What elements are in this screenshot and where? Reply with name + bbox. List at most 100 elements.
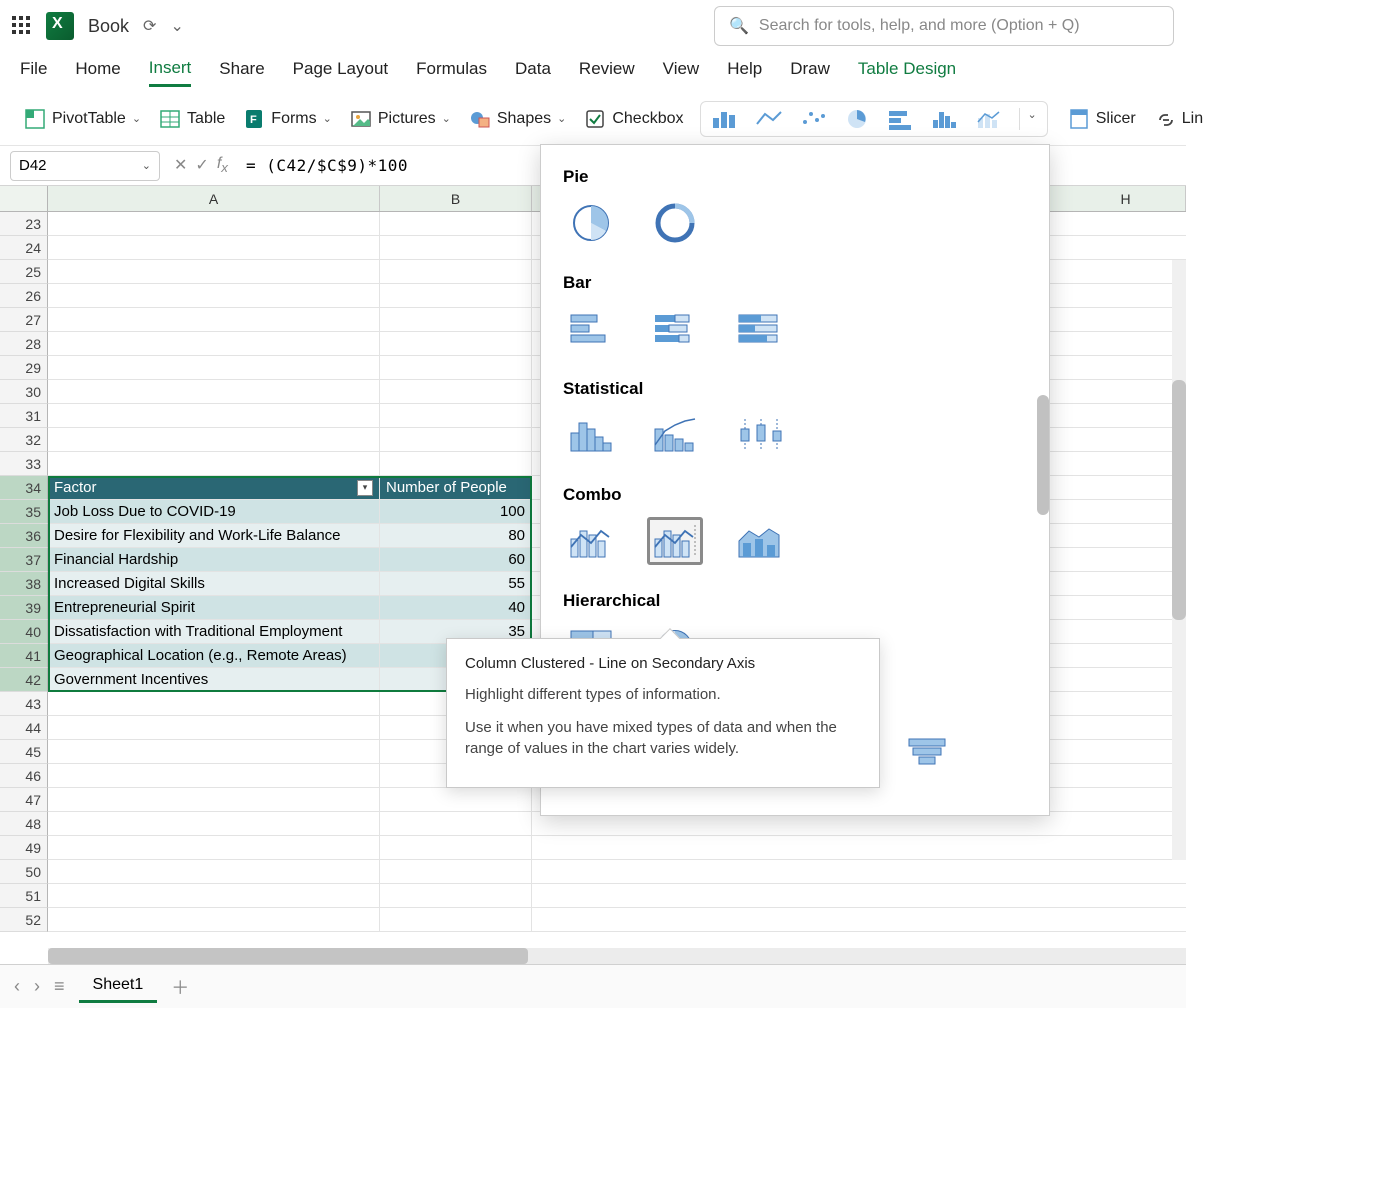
chart-dropdown-button[interactable]: ⌄ <box>1019 108 1037 130</box>
histogram-option[interactable] <box>563 411 619 459</box>
row-header[interactable]: 29 <box>0 356 48 380</box>
row-header[interactable]: 26 <box>0 284 48 308</box>
combo-stacked-area-option[interactable] <box>731 517 787 565</box>
row-header[interactable]: 25 <box>0 260 48 284</box>
row-header[interactable]: 41 <box>0 644 48 668</box>
bar-chart-icon[interactable] <box>887 108 917 130</box>
pareto-option[interactable] <box>647 411 703 459</box>
row-header[interactable]: 31 <box>0 404 48 428</box>
row-header[interactable]: 36 <box>0 524 48 548</box>
forms-button[interactable]: F Forms⌄ <box>237 104 338 134</box>
table-cell[interactable]: Financial Hardship <box>48 548 380 571</box>
row-header[interactable]: 40 <box>0 620 48 644</box>
table-cell[interactable]: 40 <box>380 596 532 619</box>
table-cell[interactable]: 60 <box>380 548 532 571</box>
name-box-dropdown-icon[interactable]: ⌄ <box>142 159 151 172</box>
row-header[interactable]: 52 <box>0 908 48 932</box>
sheet-nav-next[interactable]: › <box>34 976 40 997</box>
table-cell[interactable]: Job Loss Due to COVID-19 <box>48 500 380 523</box>
table-cell[interactable]: Government Incentives <box>48 668 380 691</box>
cell[interactable] <box>48 908 380 931</box>
cell[interactable] <box>380 356 532 379</box>
cell[interactable] <box>380 428 532 451</box>
table-cell[interactable]: 55 <box>380 572 532 595</box>
add-sheet-button[interactable]: ＋ <box>171 974 189 1000</box>
column-header-A[interactable]: A <box>48 186 380 211</box>
search-input[interactable]: 🔍 Search for tools, help, and more (Opti… <box>714 6 1174 46</box>
ribbon-tab-page-layout[interactable]: Page Layout <box>293 59 388 85</box>
app-launcher-icon[interactable] <box>12 16 32 36</box>
cell[interactable] <box>380 308 532 331</box>
pie-chart-icon[interactable] <box>843 108 873 130</box>
bar-clustered-option[interactable] <box>563 305 619 353</box>
sheet-tab-sheet1[interactable]: Sheet1 <box>79 970 158 1003</box>
ribbon-tab-share[interactable]: Share <box>219 59 264 85</box>
checkbox-button[interactable]: Checkbox <box>578 104 689 134</box>
table-cell[interactable]: 80 <box>380 524 532 547</box>
row-header[interactable]: 34 <box>0 476 48 500</box>
boxwhisker-option[interactable] <box>731 411 787 459</box>
cell[interactable] <box>48 380 380 403</box>
cell[interactable] <box>380 236 532 259</box>
link-button[interactable]: Lin <box>1148 104 1209 134</box>
filter-dropdown-icon[interactable]: ▾ <box>357 480 373 496</box>
ribbon-tab-insert[interactable]: Insert <box>149 58 192 87</box>
select-all-button[interactable] <box>0 186 48 211</box>
table-button[interactable]: Table <box>153 104 231 134</box>
cell[interactable] <box>48 332 380 355</box>
fx-icon[interactable]: fx <box>217 155 228 175</box>
ribbon-tab-data[interactable]: Data <box>515 59 551 85</box>
cell[interactable] <box>48 284 380 307</box>
table-cell[interactable]: Increased Digital Skills <box>48 572 380 595</box>
ribbon-tab-table-design[interactable]: Table Design <box>858 59 956 85</box>
cell[interactable] <box>48 764 380 787</box>
cell[interactable] <box>48 884 380 907</box>
row-header[interactable]: 30 <box>0 380 48 404</box>
cell[interactable] <box>380 884 532 907</box>
table-header-cell[interactable]: Number of People <box>380 476 532 499</box>
row-header[interactable]: 35 <box>0 500 48 524</box>
cell[interactable] <box>380 452 532 475</box>
cell[interactable] <box>380 836 532 859</box>
cell[interactable] <box>48 740 380 763</box>
cell[interactable] <box>48 692 380 715</box>
combo-clustered-line-secondary-option[interactable] <box>647 517 703 565</box>
row-header[interactable]: 43 <box>0 692 48 716</box>
column-header-H[interactable]: H <box>1066 186 1186 211</box>
cell[interactable] <box>48 308 380 331</box>
cell[interactable] <box>48 404 380 427</box>
ribbon-tab-formulas[interactable]: Formulas <box>416 59 487 85</box>
row-header[interactable]: 44 <box>0 716 48 740</box>
ribbon-tab-draw[interactable]: Draw <box>790 59 830 85</box>
cell[interactable] <box>48 716 380 739</box>
cell[interactable] <box>48 788 380 811</box>
slicer-button[interactable]: Slicer <box>1062 104 1142 134</box>
row-header[interactable]: 38 <box>0 572 48 596</box>
row-header[interactable]: 37 <box>0 548 48 572</box>
row-header[interactable]: 42 <box>0 668 48 692</box>
panel-scrollbar[interactable] <box>1037 395 1049 515</box>
bar-100stacked-option[interactable] <box>731 305 787 353</box>
table-cell[interactable]: Entrepreneurial Spirit <box>48 596 380 619</box>
column-header-B[interactable]: B <box>380 186 532 211</box>
row-header[interactable]: 32 <box>0 428 48 452</box>
ribbon-tab-home[interactable]: Home <box>75 59 120 85</box>
cell[interactable] <box>380 380 532 403</box>
horizontal-scrollbar[interactable] <box>48 948 1186 964</box>
all-sheets-icon[interactable]: ≡ <box>54 976 65 997</box>
scatter-chart-icon[interactable] <box>799 108 829 130</box>
column-chart-icon[interactable] <box>711 108 741 130</box>
funnel-option[interactable] <box>899 729 955 777</box>
vertical-scrollbar[interactable] <box>1172 260 1186 860</box>
autosave-icon[interactable]: ⟳ <box>143 16 156 36</box>
cell[interactable] <box>380 860 532 883</box>
cell[interactable] <box>380 812 532 835</box>
title-dropdown-icon[interactable]: ⌄ <box>170 16 183 36</box>
bar-stacked-option[interactable] <box>647 305 703 353</box>
row-header[interactable]: 50 <box>0 860 48 884</box>
accept-formula-icon[interactable]: ✓ <box>195 155 208 175</box>
histogram-chart-icon[interactable] <box>931 108 961 130</box>
cell[interactable] <box>48 260 380 283</box>
pivottable-button[interactable]: PivotTable⌄ <box>18 104 147 134</box>
cell[interactable] <box>380 260 532 283</box>
